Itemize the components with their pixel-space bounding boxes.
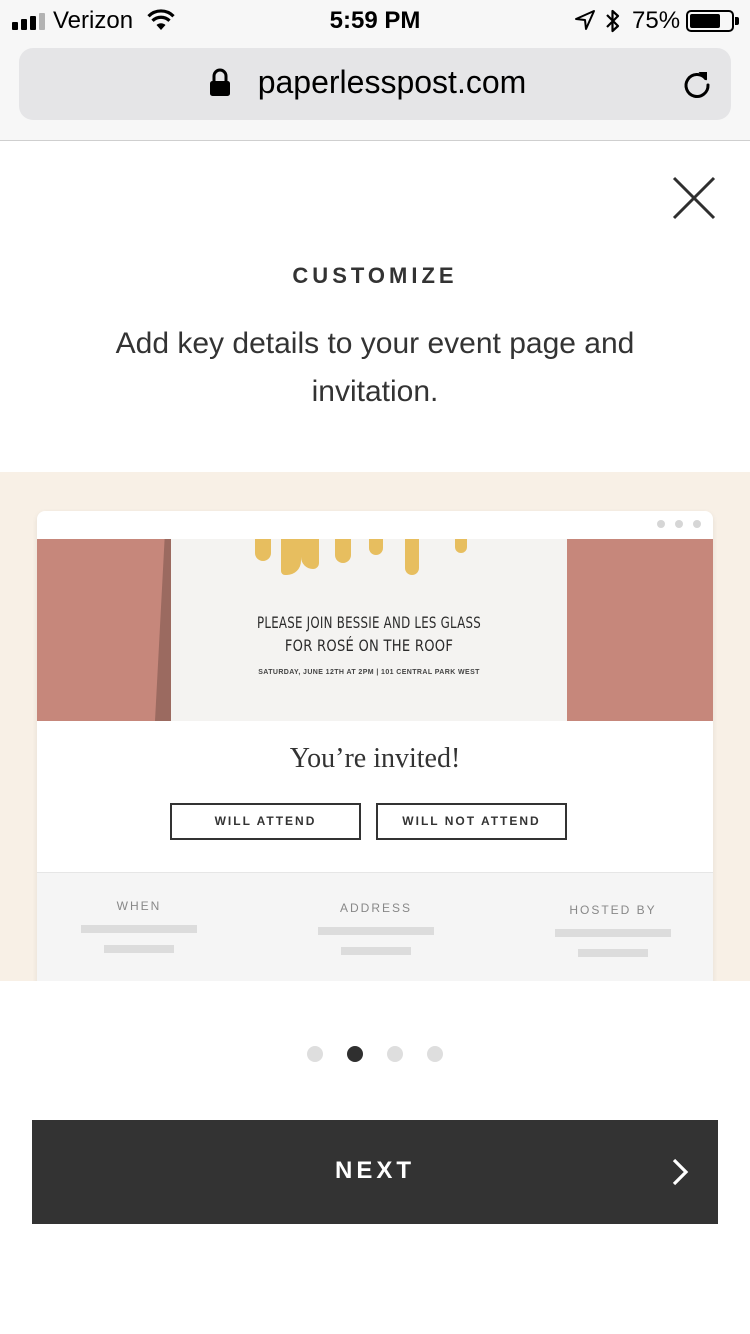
next-button-label: NEXT	[334, 1157, 415, 1184]
status-bar: Verizon 5:59 PM 75%	[0, 0, 750, 40]
close-icon	[672, 176, 716, 220]
window-dots-icon	[657, 520, 701, 528]
placeholder-line	[578, 949, 648, 957]
gold-balloon-letter	[301, 539, 319, 569]
chevron-right-icon	[672, 1158, 689, 1186]
gold-balloon-letter	[455, 539, 467, 553]
detail-hosted-by: HOSTED BY	[533, 873, 693, 957]
detail-label: WHEN	[116, 899, 162, 913]
url-text[interactable]: paperlesspost.com	[19, 64, 731, 101]
carousel-pagination	[0, 1046, 750, 1062]
reload-icon[interactable]	[681, 68, 713, 100]
gold-balloon-letter	[255, 539, 271, 561]
preview-invited-title: You’re invited!	[289, 743, 461, 774]
detail-label: HOSTED BY	[569, 903, 657, 917]
placeholder-line	[341, 947, 411, 955]
placeholder-line	[318, 927, 434, 935]
page-title: CUSTOMIZE	[292, 263, 458, 288]
gold-balloon-letter	[335, 539, 351, 563]
placeholder-line	[81, 925, 197, 933]
location-arrow-icon	[575, 10, 595, 30]
pagination-dot-1[interactable]	[307, 1046, 323, 1062]
pagination-dot-3[interactable]	[387, 1046, 403, 1062]
battery-level	[690, 14, 720, 28]
placeholder-line	[104, 945, 174, 953]
invitation-details: SATURDAY, JUNE 12TH AT 2PM | 101 CENTRAL…	[258, 669, 480, 676]
invitation-card: PLEASE JOIN BESSIE AND LES GLASS FOR ROS…	[171, 539, 567, 721]
preview-details-section: WHEN ADDRESS HOSTED BY	[37, 872, 713, 981]
pagination-dot-2[interactable]	[347, 1046, 363, 1062]
invitation-line-1: PLEASE JOIN BESSIE AND LES GLASS	[257, 613, 481, 632]
close-button[interactable]	[668, 172, 720, 224]
gold-balloon-letter	[281, 539, 301, 575]
battery-percent: 75%	[632, 7, 681, 34]
bluetooth-icon	[606, 9, 620, 33]
preview-hero-banner: PLEASE JOIN BESSIE AND LES GLASS FOR ROS…	[37, 539, 713, 721]
placeholder-line	[555, 929, 671, 937]
gold-balloon-letter	[405, 539, 419, 575]
gold-balloon-letter	[369, 539, 383, 555]
will-attend-button: WILL ATTEND	[170, 803, 361, 840]
next-button[interactable]: NEXT	[32, 1120, 718, 1224]
page-description: Add key details to your event page and i…	[115, 327, 635, 408]
invitation-line-2: FOR ROSÉ ON THE ROOF	[284, 636, 454, 655]
detail-label: ADDRESS	[339, 901, 412, 915]
battery-icon	[686, 10, 734, 32]
detail-address: ADDRESS	[296, 873, 456, 955]
hero-shadow	[155, 539, 171, 721]
will-not-attend-button: WILL NOT ATTEND	[376, 803, 567, 840]
battery-tip	[735, 17, 739, 25]
event-page-preview: PLEASE JOIN BESSIE AND LES GLASS FOR ROS…	[0, 472, 750, 981]
preview-browser-window: PLEASE JOIN BESSIE AND LES GLASS FOR ROS…	[37, 511, 713, 981]
address-bar[interactable]: paperlesspost.com	[19, 48, 731, 120]
pagination-dot-4[interactable]	[427, 1046, 443, 1062]
detail-when: WHEN	[59, 873, 219, 953]
browser-address-area: paperlesspost.com	[0, 40, 750, 141]
